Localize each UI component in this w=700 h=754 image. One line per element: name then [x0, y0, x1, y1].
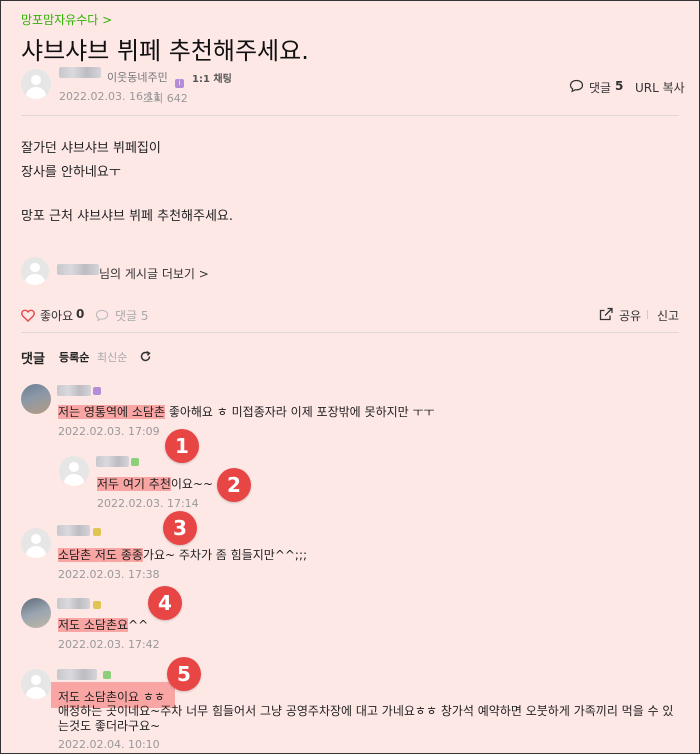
comment-2-text: 저두 여기 추천이요~~: [97, 475, 213, 492]
url-copy-button[interactable]: URL 복사: [635, 79, 685, 96]
marker-4: 4: [148, 586, 182, 620]
comment-1-author[interactable]: [57, 385, 91, 396]
comment-3-date: 2022.02.03. 17:38: [58, 568, 160, 581]
comment-1-avatar[interactable]: [21, 384, 51, 414]
comment-2-date: 2022.02.03. 17:14: [97, 497, 199, 510]
board-link[interactable]: 망포맘자유수다 >: [21, 11, 112, 28]
more-posts-link[interactable]: 님의 게시글 더보기 >: [99, 265, 209, 282]
body-line-2: 장사를 안하네요ㅜ: [21, 165, 121, 180]
comment-4-author[interactable]: [57, 598, 90, 609]
refresh-icon: [140, 350, 151, 362]
comment-3-highlight: 소담촌 저도 종종: [58, 548, 143, 562]
comment-count: 5: [615, 79, 624, 93]
comment-4-text-rest: ^^: [128, 618, 149, 632]
post-views: 조회 642: [143, 92, 188, 105]
marker-3: 3: [163, 511, 197, 545]
refresh-button[interactable]: [139, 348, 152, 367]
share-button[interactable]: [599, 306, 614, 325]
comment-2-text-rest: 이요~~: [170, 477, 214, 491]
like-button[interactable]: [21, 307, 35, 326]
comment-4-text: 저도 소담촌요^^: [58, 616, 148, 633]
share-icon: [599, 307, 613, 321]
author-name-blurred-2: [57, 264, 99, 275]
sort-registered[interactable]: 등록순: [59, 349, 89, 365]
comment-1-text: 저는 영통역에 소담촌 좋아해요 ㅎ 미접종자라 이제 포장밖에 못하지만 ㅜㅜ: [58, 403, 435, 420]
sort-latest[interactable]: 최신순: [97, 349, 127, 365]
comment-1-grade-icon: [93, 387, 101, 395]
grade-badge: ⅰ: [175, 70, 184, 89]
comment-4-date: 2022.02.03. 17:42: [58, 638, 160, 651]
comment-1-text-rest: 좋아해요 ㅎ 미접종자라 이제 포장밖에 못하지만 ㅜㅜ: [165, 405, 435, 419]
like-label[interactable]: 좋아요: [40, 307, 73, 324]
comment-count-link[interactable]: 댓글 5: [569, 78, 623, 97]
comment-action-label[interactable]: 댓글 5: [115, 307, 149, 324]
comment-1-date: 2022.02.03. 17:09: [58, 425, 160, 438]
comment-2-grade-icon: [131, 458, 139, 466]
heart-icon: [21, 309, 35, 322]
comment-label: 댓글: [589, 81, 612, 95]
report-button[interactable]: 신고: [657, 307, 679, 324]
comment-5-avatar[interactable]: [21, 669, 51, 699]
comment-5-grade-icon: [103, 671, 111, 679]
share-label[interactable]: 공유: [619, 307, 641, 324]
comment-2-author[interactable]: [96, 456, 129, 467]
comment-1-highlight: 저는 영통역에 소담촌: [58, 405, 165, 419]
author-avatar[interactable]: [21, 69, 51, 99]
comment-bubble-icon: [569, 79, 584, 93]
comment-3-text-rest: 가요~ 주차가 좀 힘들지만^^;;;: [142, 548, 308, 562]
comment-3-text: 소담촌 저도 종종가요~ 주차가 좀 힘들지만^^;;;: [58, 546, 307, 563]
comments-title: 댓글: [21, 352, 45, 367]
marker-2: 2: [217, 468, 251, 502]
comment-action[interactable]: [95, 307, 109, 326]
action-divider: [21, 332, 679, 333]
body-line-1: 잘가던 샤브샤브 뷔페집이: [21, 141, 161, 156]
comment-4-avatar[interactable]: [21, 598, 51, 628]
chat-button[interactable]: 1:1 채팅: [192, 70, 232, 85]
marker-5: 5: [167, 657, 201, 691]
comment-4-grade-icon: [93, 601, 101, 609]
author-name-blurred[interactable]: [59, 67, 101, 78]
comment-5-author[interactable]: [57, 669, 97, 680]
comment-5-date: 2022.02.04. 10:10: [58, 738, 160, 751]
author-avatar-small[interactable]: [21, 257, 49, 285]
header-divider: [21, 115, 679, 116]
grade-badge-icon: ⅰ: [175, 79, 184, 88]
post-page: 망포맘자유수다 > 샤브샤브 뷔페 추천해주세요. 이웃동네주민 ⅰ 1:1 채…: [0, 0, 700, 754]
comment-3-author[interactable]: [57, 525, 90, 536]
marker-1: 1: [165, 429, 199, 463]
body-line-3: 망포 근처 샤브샤브 뷔페 추천해주세요.: [21, 209, 234, 224]
comment-4-highlight: 저도 소담촌요: [58, 618, 129, 632]
comment-3-avatar[interactable]: [21, 528, 51, 558]
post-title: 샤브샤브 뷔페 추천해주세요.: [21, 37, 309, 65]
like-count: 0: [76, 307, 85, 321]
action-separator: [647, 310, 648, 319]
comment-2-highlight: 저두 여기 추천: [97, 477, 171, 491]
comment-3-grade-icon: [93, 528, 101, 536]
comment-2-avatar[interactable]: [59, 456, 89, 486]
author-grade: 이웃동네주민: [107, 71, 168, 84]
comment-outline-icon: [95, 309, 109, 322]
comment-5-line-3: 는것도 좋더라구요~: [58, 719, 161, 733]
